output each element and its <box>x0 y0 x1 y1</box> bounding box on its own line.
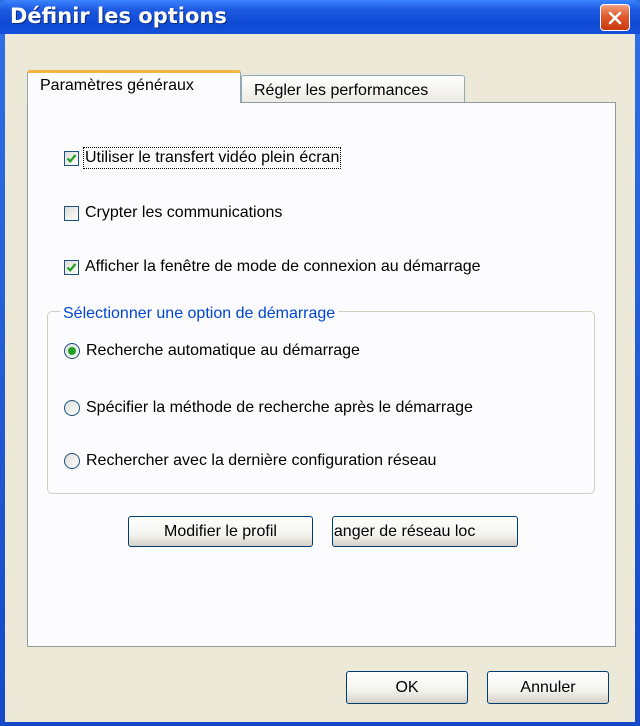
radio-button[interactable] <box>64 400 80 416</box>
checkbox-box[interactable] <box>64 150 79 166</box>
button-label: Modifier le profil <box>164 522 277 540</box>
checkbox-box[interactable] <box>64 259 79 275</box>
modify-profile-button[interactable]: Modifier le profil <box>128 516 313 547</box>
radio-button[interactable] <box>64 343 80 359</box>
close-button[interactable] <box>600 4 630 31</box>
encrypt-checkbox[interactable]: Crypter les communications <box>64 204 282 222</box>
tab-general-settings[interactable]: Paramètres généraux <box>27 70 241 103</box>
checkbox-label: Afficher la fenêtre de mode de connexion… <box>85 258 481 275</box>
tab-label: Paramètres généraux <box>40 77 194 94</box>
radio-button[interactable] <box>64 453 80 469</box>
radio-selected-dot <box>68 347 76 355</box>
dialog-window: Définir les options Paramètres généraux … <box>0 0 640 726</box>
close-icon <box>608 11 622 24</box>
tab-performance[interactable]: Régler les performances <box>241 75 465 102</box>
cancel-button[interactable]: Annuler <box>487 671 609 704</box>
radio-specify-method[interactable]: Spécifier la méthode de recherche après … <box>64 399 473 417</box>
radio-label: Recherche automatique au démarrage <box>86 342 360 359</box>
button-label: OK <box>395 678 419 696</box>
checkbox-label: Crypter les communications <box>85 204 283 221</box>
checkbox-box[interactable] <box>64 205 79 221</box>
check-icon <box>66 153 77 163</box>
tab-label: Régler les performances <box>254 82 429 99</box>
check-icon <box>66 262 77 272</box>
radio-label: Rechercher avec la dernière configuratio… <box>86 452 437 469</box>
button-label: Annuler <box>520 678 576 696</box>
change-network-button[interactable]: hanger de réseau loc <box>332 516 518 547</box>
title-bar[interactable]: Définir les options <box>0 0 640 34</box>
fullscreen-video-checkbox[interactable]: Utiliser le transfert vidéo plein écran <box>64 147 342 169</box>
show-connection-mode-checkbox[interactable]: Afficher la fenêtre de mode de connexion… <box>64 258 481 276</box>
window-title: Définir les options <box>10 4 227 28</box>
startup-group-title: Sélectionner une option de démarrage <box>60 305 339 323</box>
radio-auto-search[interactable]: Recherche automatique au démarrage <box>64 342 360 360</box>
ok-button[interactable]: OK <box>346 671 468 704</box>
radio-last-config[interactable]: Rechercher avec la dernière configuratio… <box>64 452 436 470</box>
radio-label: Spécifier la méthode de recherche après … <box>86 399 473 416</box>
button-label: hanger de réseau loc <box>332 522 476 540</box>
checkbox-label: Utiliser le transfert vidéo plein écran <box>82 147 342 169</box>
